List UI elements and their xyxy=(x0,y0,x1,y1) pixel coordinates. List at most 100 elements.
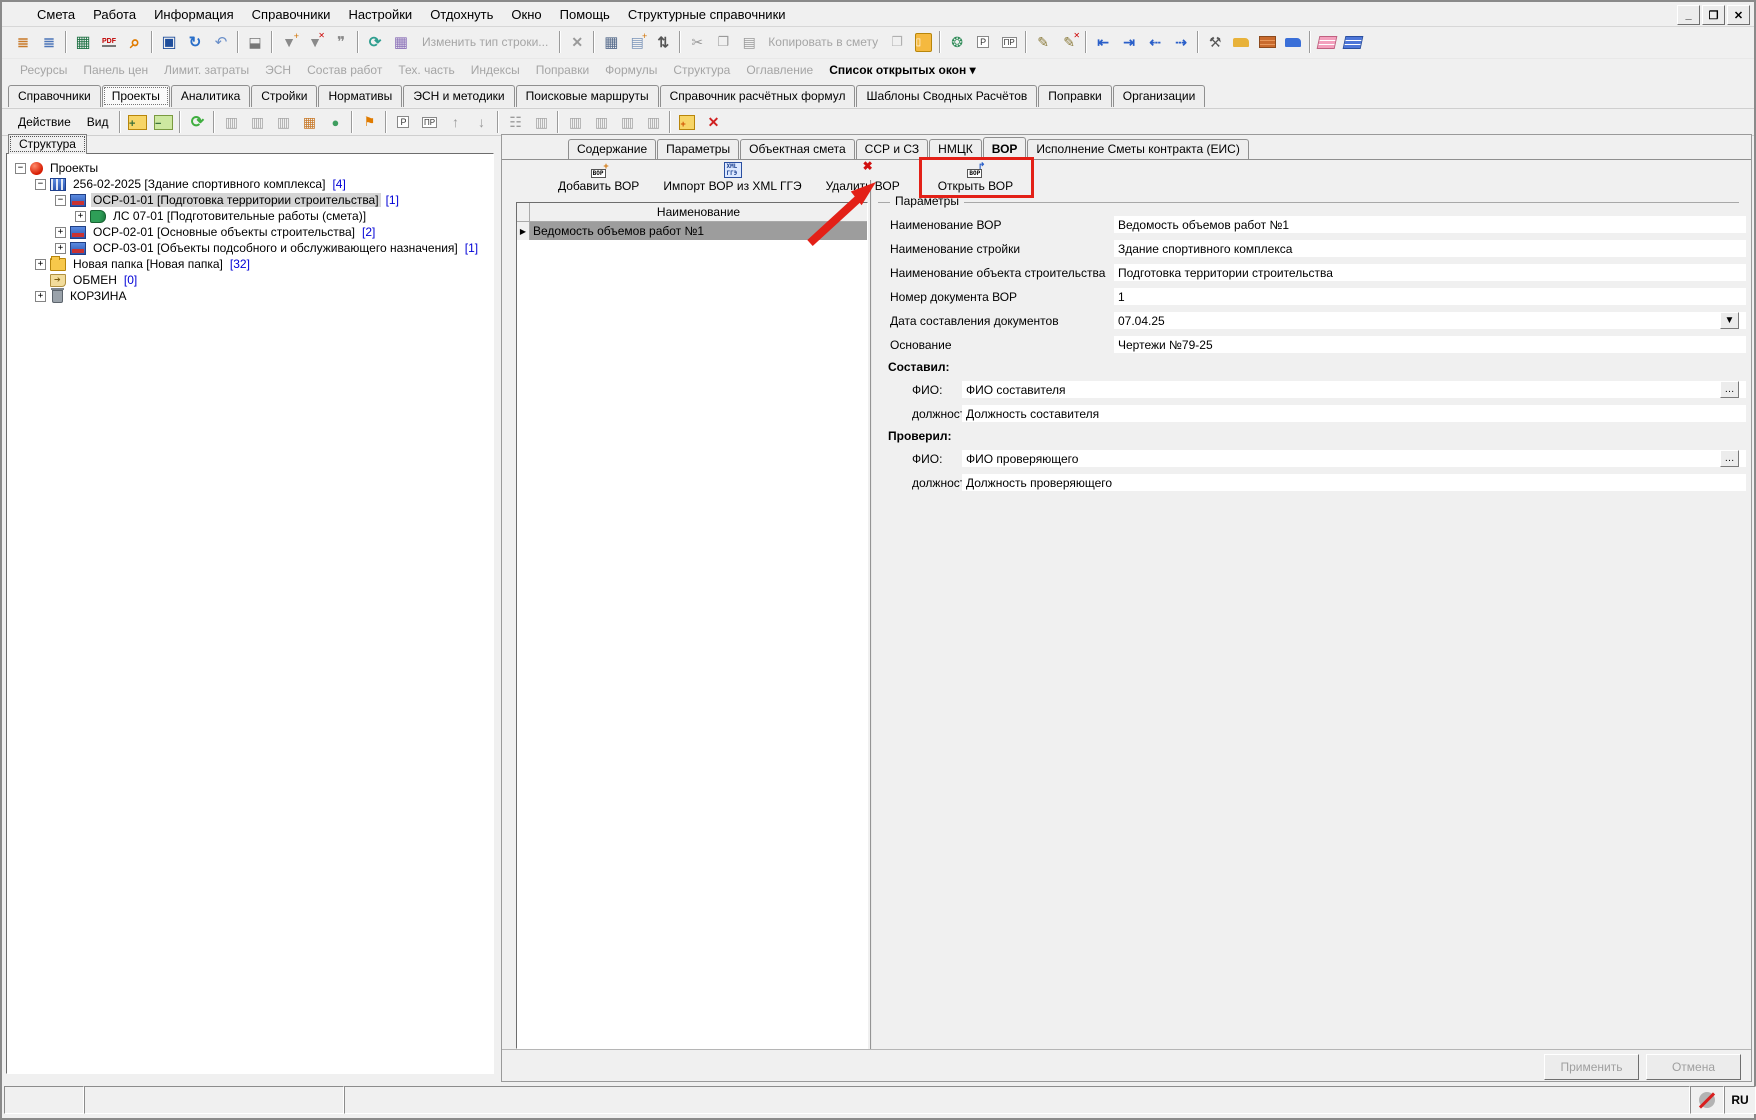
menu-rabota[interactable]: Работа xyxy=(84,4,145,25)
copy-page-icon[interactable] xyxy=(885,30,909,54)
checker-fio-picker-button[interactable]: … xyxy=(1720,450,1739,467)
checker-fio-input[interactable]: ФИО проверяющего xyxy=(962,450,1746,467)
doc-variant4-icon[interactable] xyxy=(615,110,639,134)
column-header-name[interactable]: Наименование xyxy=(530,203,867,221)
open-vor-button[interactable]: ↱ ВОР Открыть ВОР xyxy=(918,157,1035,198)
price-pr-icon[interactable] xyxy=(997,30,1021,54)
collapse-expander-icon[interactable]: − xyxy=(15,162,26,174)
doc-number-input[interactable]: 1 xyxy=(1114,288,1746,305)
add-vor-button[interactable]: + ВОР Добавить ВОР xyxy=(548,160,649,195)
search-icon[interactable] xyxy=(123,30,147,54)
row-delete-icon[interactable] xyxy=(303,30,327,54)
tab-popravki[interactable]: Поправки xyxy=(1038,85,1112,107)
new-note-icon[interactable] xyxy=(675,110,699,134)
menu-nastroyki[interactable]: Настройки xyxy=(339,4,421,25)
group-icon[interactable] xyxy=(503,110,527,134)
move-up-icon[interactable] xyxy=(443,110,467,134)
cut-icon[interactable] xyxy=(685,30,709,54)
date-dropdown-button[interactable]: ▼ xyxy=(1720,312,1739,329)
views-limit-zatraty[interactable]: Лимит. затраты xyxy=(156,61,257,79)
tab-ispolnenie-smety[interactable]: Исполнение Сметы контракта (ЕИС) xyxy=(1027,139,1249,159)
price-p-icon[interactable] xyxy=(971,30,995,54)
action-menu[interactable]: Действие xyxy=(10,112,79,132)
view-menu[interactable]: Вид xyxy=(79,112,117,132)
undo-icon[interactable] xyxy=(209,30,233,54)
expand-all-icon[interactable] xyxy=(125,110,149,134)
tab-spravochnik-formul[interactable]: Справочник расчётных формул xyxy=(659,85,856,107)
indent-icon[interactable] xyxy=(1117,30,1141,54)
language-indicator[interactable]: RU xyxy=(1724,1086,1756,1114)
author-fio-input[interactable]: ФИО составителя xyxy=(962,381,1746,398)
pdf-print-icon[interactable] xyxy=(97,30,121,54)
outdent-last-icon[interactable] xyxy=(1169,30,1193,54)
books-pink-icon[interactable] xyxy=(1315,30,1339,54)
sort-updown-icon[interactable] xyxy=(651,30,675,54)
site-name-input[interactable]: Здание спортивного комплекса xyxy=(1114,240,1746,257)
tab-stroyki[interactable]: Стройки xyxy=(251,85,318,107)
doc-variant5-icon[interactable] xyxy=(641,110,665,134)
row-add-icon[interactable] xyxy=(277,30,301,54)
report-icon[interactable] xyxy=(271,110,295,134)
menu-pomosch[interactable]: Помощь xyxy=(551,4,619,25)
views-sostav-rabot[interactable]: Состав работ xyxy=(299,61,390,79)
tab-esn-i-metodiki[interactable]: ЭСН и методики xyxy=(403,85,515,107)
edit-rate-delete-icon[interactable] xyxy=(1057,30,1081,54)
doc-variant3-icon[interactable] xyxy=(589,110,613,134)
vor-name-input[interactable]: Ведомость объемов работ №1 xyxy=(1114,216,1746,233)
refresh-icon[interactable] xyxy=(183,30,207,54)
basis-input[interactable]: Чертежи №79-25 xyxy=(1114,336,1746,353)
page-add-icon[interactable] xyxy=(625,30,649,54)
open-windows-dropdown[interactable]: Список открытых окон ▾ xyxy=(821,61,983,79)
structure-outline-icon[interactable] xyxy=(11,30,35,54)
views-esn[interactable]: ЭСН xyxy=(257,61,299,79)
excel-export-icon[interactable] xyxy=(71,30,95,54)
tree-item-project-256[interactable]: − 256-02-2025 [Здание спортивного компле… xyxy=(7,176,493,192)
views-oglavlenie[interactable]: Оглавление xyxy=(738,61,821,79)
import-vor-button[interactable]: XML ГГЭ Импорт ВОР из XML ГГЭ xyxy=(653,160,811,195)
tree-item-obmen[interactable]: ОБМЕН [0] xyxy=(7,272,493,288)
tab-obektnaya-smeta[interactable]: Объектная смета xyxy=(740,139,855,159)
menu-spravochniki[interactable]: Справочники xyxy=(243,4,340,25)
sync-icon[interactable] xyxy=(363,30,387,54)
tree-price-p-icon[interactable] xyxy=(391,110,415,134)
tab-nmck[interactable]: НМЦК xyxy=(929,139,982,159)
tab-analitika[interactable]: Аналитика xyxy=(170,85,251,107)
tab-structure[interactable]: Структура xyxy=(8,134,87,154)
delete-node-icon[interactable] xyxy=(701,110,725,134)
calendar-icon[interactable] xyxy=(297,110,321,134)
views-popravki[interactable]: Поправки xyxy=(528,61,597,79)
copy-doc-icon[interactable] xyxy=(219,110,243,134)
cancel-button[interactable]: Отмена xyxy=(1646,1054,1741,1080)
menu-strukturnye-spravochniki[interactable]: Структурные справочники xyxy=(619,4,795,25)
author-fio-picker-button[interactable]: … xyxy=(1720,381,1739,398)
views-struktura[interactable]: Структура xyxy=(665,61,738,79)
structure-outline2-icon[interactable] xyxy=(37,30,61,54)
checker-post-input[interactable]: Должность проверяющего xyxy=(962,474,1746,491)
views-teh-chast[interactable]: Тех. часть xyxy=(390,61,462,79)
menu-smeta[interactable]: Смета xyxy=(28,4,84,25)
book-settings-icon[interactable] xyxy=(945,30,969,54)
tree-item-korzina[interactable]: + КОРЗИНА xyxy=(7,287,493,304)
tab-normativy[interactable]: Нормативы xyxy=(318,85,403,107)
expand-expander-icon[interactable]: + xyxy=(75,210,86,222)
restore-button[interactable]: ❐ xyxy=(1702,5,1725,25)
object-name-input[interactable]: Подготовка территории строительства xyxy=(1114,264,1746,281)
indent-first-icon[interactable] xyxy=(1091,30,1115,54)
save-icon[interactable] xyxy=(157,30,181,54)
compare-doc-icon[interactable] xyxy=(245,110,269,134)
transport-icon[interactable] xyxy=(1229,30,1253,54)
machines-icon[interactable] xyxy=(1281,30,1305,54)
tree-item-projects[interactable]: − Проекты xyxy=(7,160,493,176)
tree-item-osr-02-01[interactable]: + ОСР-02-01 [Основные объекты строительс… xyxy=(7,224,493,240)
calculator-icon[interactable] xyxy=(599,30,623,54)
doc-variant1-icon[interactable] xyxy=(529,110,553,134)
menu-informacia[interactable]: Информация xyxy=(145,4,243,25)
paste-icon[interactable] xyxy=(737,30,761,54)
tab-spravochniki[interactable]: Справочники xyxy=(8,85,101,107)
row-lock-icon[interactable] xyxy=(243,30,267,54)
edit-rate-icon[interactable] xyxy=(1031,30,1055,54)
collapse-expander-icon[interactable]: − xyxy=(55,194,66,206)
expand-expander-icon[interactable]: + xyxy=(55,226,66,238)
views-resursy[interactable]: Ресурсы xyxy=(12,61,75,79)
menu-otdohnut[interactable]: Отдохнуть xyxy=(421,4,502,25)
